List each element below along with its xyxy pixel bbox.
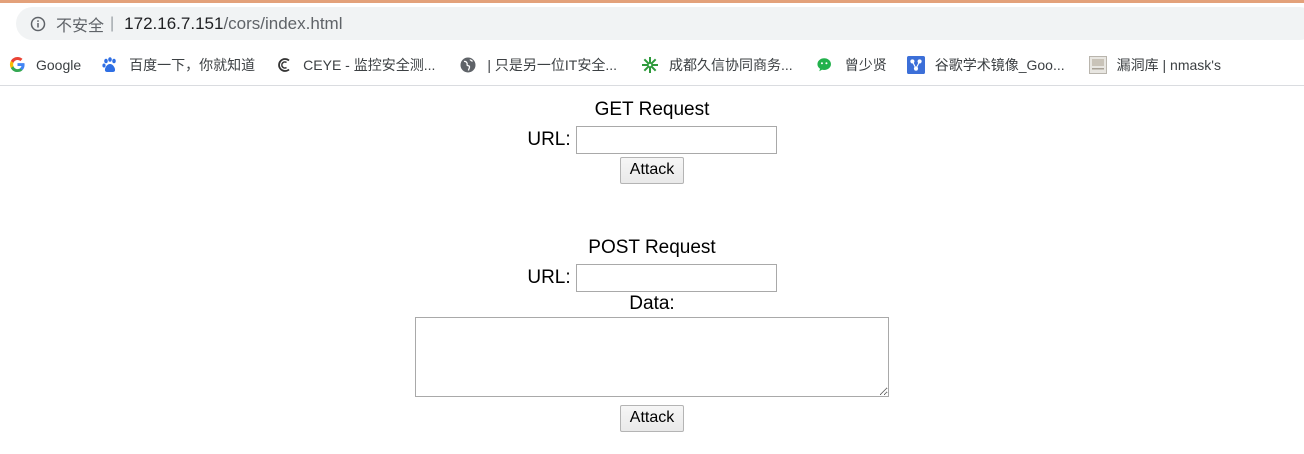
browser-toolbar: 不安全 | 172.16.7.151/cors/index.html	[0, 3, 1304, 44]
scholar-mirror-icon	[906, 55, 925, 74]
post-url-input[interactable]	[575, 264, 777, 292]
baidu-paw-icon	[101, 56, 119, 74]
bookmark-label: 曾少贤	[844, 56, 887, 73]
wechat-icon	[817, 56, 835, 74]
bookmark-label: | 只是另一位IT安全...	[487, 56, 618, 73]
bookmark-scholar[interactable]: 谷歌学术镜像_Goo...	[900, 51, 1072, 79]
post-data-label: Data:	[629, 293, 675, 314]
bookmark-vuln-db[interactable]: 漏洞库 | nmask's	[1082, 51, 1228, 79]
get-request-heading: GET Request	[594, 99, 710, 120]
bookmarks-bar: Google 百度一下，你就知道 CEYE - 监控安全测... | 只是另一位…	[0, 44, 1304, 86]
bookmark-google[interactable]: Google	[1, 51, 88, 79]
bookmark-chengdu[interactable]: 成都久信协同商务...	[634, 51, 800, 79]
ceye-icon	[275, 56, 293, 74]
bookmark-label: CEYE - 监控安全测...	[303, 56, 436, 73]
bookmark-label: 漏洞库 | nmask's	[1116, 56, 1221, 73]
get-url-input[interactable]	[575, 126, 777, 154]
bookmark-it-security[interactable]: | 只是另一位IT安全...	[452, 51, 624, 79]
post-data-textarea[interactable]	[415, 317, 889, 397]
get-button-row: Attack	[0, 156, 1304, 184]
get-url-row: URL:	[0, 125, 1304, 155]
url-path[interactable]: /cors/index.html	[223, 14, 342, 34]
post-url-row: URL:	[0, 263, 1304, 293]
globe-icon	[459, 56, 477, 74]
page-thumbnail-icon	[1088, 55, 1107, 74]
address-separator: |	[110, 14, 115, 32]
bookmark-label: Google	[36, 56, 82, 73]
info-icon[interactable]	[30, 16, 46, 32]
url-host[interactable]: 172.16.7.151	[124, 14, 223, 34]
post-url-label: URL:	[527, 267, 571, 288]
get-attack-button[interactable]: Attack	[619, 156, 685, 184]
bookmark-label: 百度一下，你就知道	[129, 56, 256, 73]
google-icon	[8, 56, 26, 74]
bookmark-baidu[interactable]: 百度一下，你就知道	[94, 51, 262, 79]
bookmark-ceye[interactable]: CEYE - 监控安全测...	[268, 51, 442, 79]
address-bar[interactable]: 不安全 | 172.16.7.151/cors/index.html	[16, 7, 1304, 40]
page-content: GET Request URL: Attack POST Request URL…	[0, 87, 1304, 454]
bookmark-label: 谷歌学术镜像_Goo...	[934, 56, 1065, 73]
bookmark-zeng[interactable]: 曾少贤	[810, 51, 894, 79]
bookmark-label: 成都久信协同商务...	[669, 56, 793, 73]
security-status-label[interactable]: 不安全	[56, 12, 104, 36]
post-request-heading: POST Request	[588, 237, 716, 258]
post-button-row: Attack	[0, 404, 1304, 432]
post-attack-button[interactable]: Attack	[619, 404, 685, 432]
gear-flower-icon	[641, 56, 659, 74]
post-data-row	[0, 317, 1304, 397]
get-url-label: URL:	[527, 129, 571, 150]
